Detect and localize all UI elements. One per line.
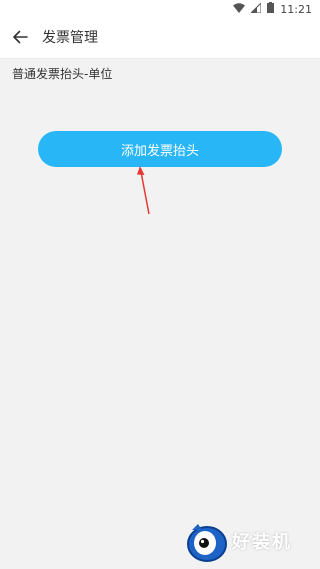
wifi-icon [233, 2, 246, 16]
mascot-icon [187, 524, 227, 562]
section-title: 普通发票抬头-单位 [12, 67, 113, 81]
battery-icon [267, 2, 275, 16]
page-title: 发票管理 [42, 30, 98, 46]
arrow-left-icon [12, 29, 28, 49]
back-button[interactable] [8, 27, 32, 51]
signal-icon [250, 1, 262, 16]
status-time: 11:21 [280, 2, 312, 16]
watermark-text: 好装机 [232, 532, 292, 553]
status-icons: 11:21 [233, 1, 312, 16]
app-screen: 11:21 发票管理 普通发票抬头-单位 添加发票抬头 好装机 [0, 0, 320, 569]
add-invoice-title-button[interactable]: 添加发票抬头 [38, 131, 282, 167]
watermark-logo: 好装机 [182, 516, 314, 564]
toolbar: 发票管理 [0, 18, 320, 59]
status-bar: 11:21 [0, 0, 320, 18]
annotation-arrow-icon [137, 166, 150, 215]
